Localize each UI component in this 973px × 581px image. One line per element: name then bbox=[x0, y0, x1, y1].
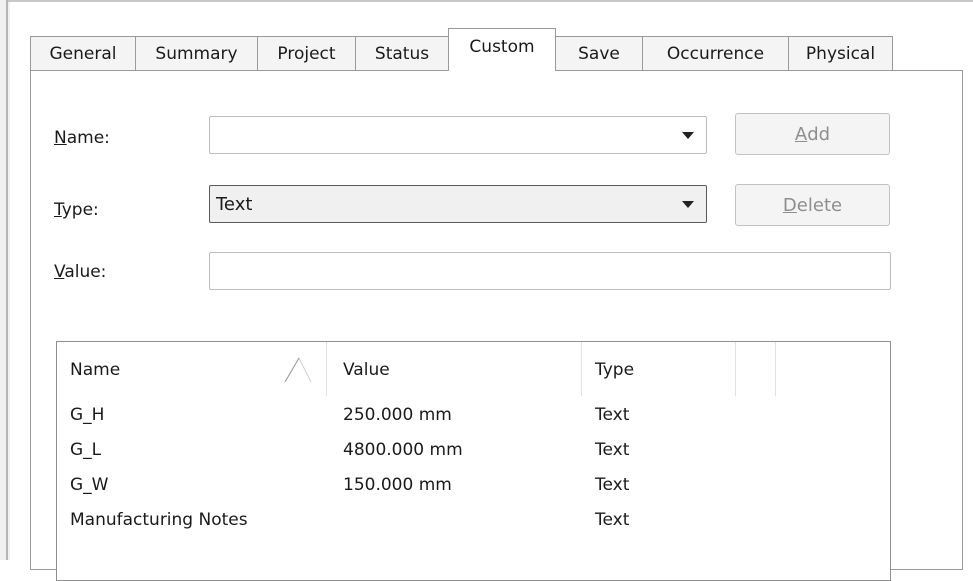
add-button[interactable]: Add bbox=[735, 113, 890, 155]
name-label: Name: bbox=[54, 128, 110, 148]
row-value: 250.000 mm bbox=[343, 405, 452, 425]
tab-general[interactable]: General bbox=[30, 36, 136, 70]
value-input[interactable] bbox=[209, 252, 891, 290]
list-rows: G_H 250.000 mm Text G_L 4800.000 mm Text… bbox=[57, 402, 890, 542]
row-type: Text bbox=[595, 405, 630, 425]
column-separator[interactable] bbox=[735, 342, 736, 396]
row-type: Text bbox=[595, 475, 630, 495]
row-value: 150.000 mm bbox=[343, 475, 452, 495]
row-name: G_W bbox=[70, 475, 109, 495]
tab-physical[interactable]: Physical bbox=[788, 36, 893, 70]
row-type: Text bbox=[595, 510, 630, 530]
delete-button[interactable]: Delete bbox=[735, 184, 890, 226]
tab-custom[interactable]: Custom bbox=[448, 28, 556, 71]
column-header-type[interactable]: Type bbox=[595, 360, 634, 380]
chevron-down-icon[interactable] bbox=[682, 201, 694, 208]
list-row[interactable]: G_L 4800.000 mm Text bbox=[57, 437, 890, 472]
type-combobox[interactable]: Text bbox=[209, 185, 707, 223]
row-name: G_L bbox=[70, 440, 102, 460]
tab-bar: General Summary Project Status Custom Sa… bbox=[30, 0, 930, 71]
column-separator[interactable] bbox=[775, 342, 776, 396]
row-name: Manufacturing Notes bbox=[70, 510, 248, 530]
sort-indicator-icon bbox=[284, 356, 312, 383]
row-value: 4800.000 mm bbox=[343, 440, 463, 460]
custom-properties-panel: Name: Add Type: Text Delete Value: Name … bbox=[30, 70, 963, 581]
row-name: G_H bbox=[70, 405, 105, 425]
tab-status[interactable]: Status bbox=[355, 36, 449, 70]
type-combobox-value: Text bbox=[216, 194, 253, 215]
name-combobox[interactable] bbox=[209, 116, 707, 154]
window-left-edge bbox=[0, 0, 10, 560]
row-type: Text bbox=[595, 440, 630, 460]
type-label: Type: bbox=[54, 200, 99, 220]
list-row[interactable]: Manufacturing Notes Text bbox=[57, 507, 890, 542]
tab-save[interactable]: Save bbox=[555, 36, 643, 70]
value-label: Value: bbox=[54, 262, 107, 282]
column-header-value[interactable]: Value bbox=[343, 360, 390, 380]
tab-occurrence[interactable]: Occurrence bbox=[642, 36, 789, 70]
chevron-down-icon[interactable] bbox=[682, 132, 694, 139]
properties-list[interactable]: Name Value Type G_H 250.000 mm Text G_L … bbox=[56, 341, 891, 581]
list-header: Name Value Type bbox=[57, 342, 890, 396]
tab-project[interactable]: Project bbox=[257, 36, 356, 70]
list-row[interactable]: G_H 250.000 mm Text bbox=[57, 402, 890, 437]
list-row[interactable]: G_W 150.000 mm Text bbox=[57, 472, 890, 507]
column-separator[interactable] bbox=[326, 342, 327, 396]
tab-summary[interactable]: Summary bbox=[135, 36, 258, 70]
column-separator[interactable] bbox=[581, 342, 582, 396]
column-header-name[interactable]: Name bbox=[70, 360, 120, 380]
